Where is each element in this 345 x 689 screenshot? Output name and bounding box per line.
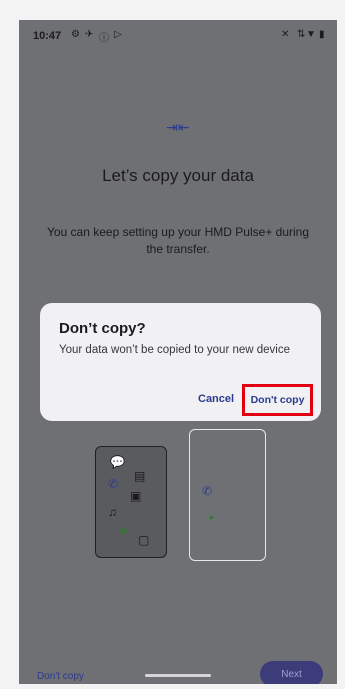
play-icon: ▷ bbox=[114, 29, 122, 40]
status-bar: 10:47 ⚙ ✈ ⓘ ▷ ✕ ⇅ ▼ ▮ bbox=[19, 20, 337, 54]
gesture-nav-handle[interactable] bbox=[145, 674, 211, 677]
vibrate-off-icon: ✕ bbox=[281, 29, 290, 40]
device-frame: 10:47 ⚙ ✈ ⓘ ▷ ✕ ⇅ ▼ ▮ ⇥⇤ Let’s copy your… bbox=[0, 0, 345, 689]
dont-copy-button[interactable]: Don't copy bbox=[242, 384, 313, 416]
phone-call-icon: ✆ bbox=[108, 477, 119, 491]
old-phone-illustration: 💬 ▤ ✆ ▣ ♫ ▸ ▢ bbox=[95, 446, 167, 558]
play-store-icon: ▸ bbox=[210, 512, 215, 522]
data-arrows-icon: ⇅ bbox=[297, 29, 306, 40]
dialog-message: Your data won’t be copied to your new de… bbox=[59, 344, 291, 356]
play-store-icon: ▸ bbox=[122, 523, 129, 537]
cancel-button[interactable]: Cancel bbox=[198, 393, 234, 405]
dialog-title: Don’t copy? bbox=[59, 320, 146, 337]
page-subtitle: You can keep setting up your HMD Pulse+ … bbox=[46, 225, 310, 256]
new-phone-illustration: ✆ ▸ bbox=[189, 429, 266, 561]
airplane-icon: ✈ bbox=[85, 29, 94, 40]
dont-copy-link[interactable]: Don't copy bbox=[37, 671, 84, 682]
chat-bubble-icon: 💬 bbox=[110, 455, 125, 469]
wifi-icon: ▼ bbox=[306, 29, 316, 40]
battery-icon: ▮ bbox=[319, 29, 325, 40]
contact-card-icon: ▢ bbox=[138, 533, 150, 547]
phone-screen: 10:47 ⚙ ✈ ⓘ ▷ ✕ ⇅ ▼ ▮ ⇥⇤ Let’s copy your… bbox=[19, 20, 337, 684]
page-title: Let’s copy your data bbox=[102, 166, 254, 185]
status-time: 10:47 bbox=[33, 30, 62, 42]
info-icon: ⓘ bbox=[99, 33, 109, 44]
image-icon: ▣ bbox=[130, 489, 142, 503]
settings-icon: ⚙ bbox=[71, 29, 80, 40]
music-note-icon: ♫ bbox=[108, 505, 117, 519]
dont-copy-dialog: Don’t copy? Your data won’t be copied to… bbox=[40, 303, 321, 421]
next-button[interactable]: Next bbox=[260, 661, 323, 684]
document-icon: ▤ bbox=[134, 469, 146, 483]
copy-arrows-icon: ⇥⇤ bbox=[166, 119, 190, 135]
phone-call-icon: ✆ bbox=[202, 484, 213, 498]
